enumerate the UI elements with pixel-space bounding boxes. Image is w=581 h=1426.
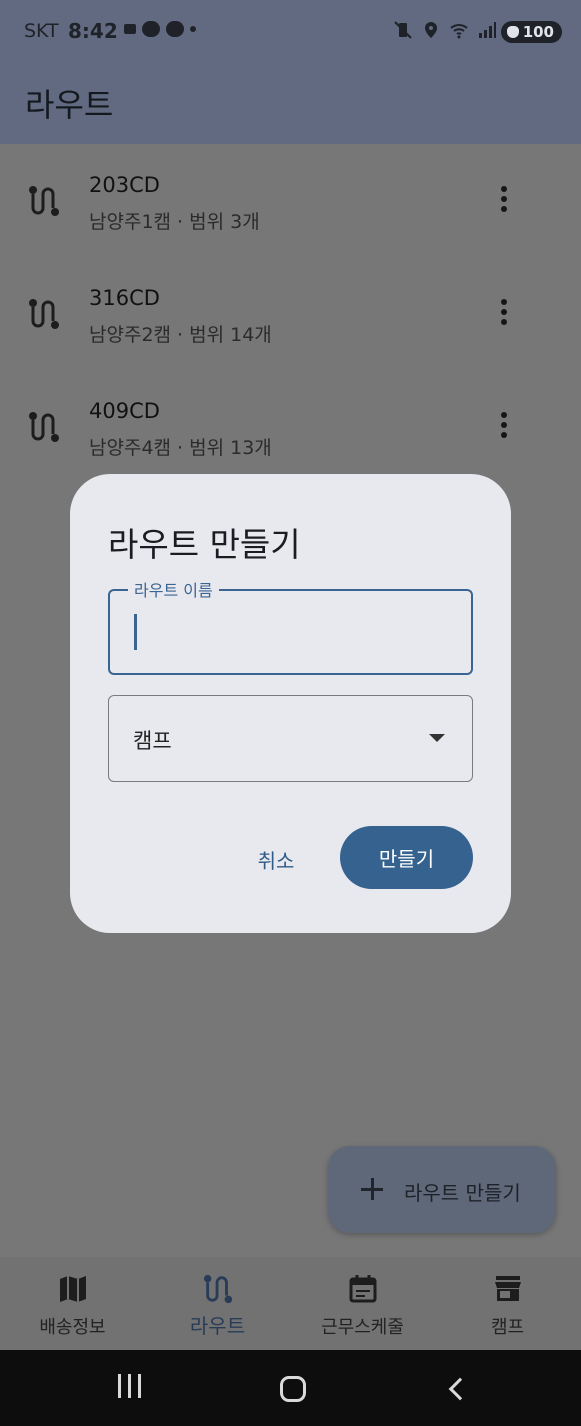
system-navigation-bar [0,1350,581,1426]
camp-select[interactable]: 캠프 [108,695,473,782]
more-options-icon[interactable] [494,299,514,329]
route-icon [29,186,59,216]
nav-item-work-schedule[interactable]: 근무스케줄 [290,1257,435,1350]
nav-item-camp[interactable]: 캠프 [435,1257,580,1350]
carrier-label: SKT [24,20,59,42]
message-icon [142,21,160,37]
app-notification-icon [124,24,136,34]
cloud-icon [166,21,184,37]
text-cursor [134,614,137,650]
route-icon [29,412,59,442]
wifi-icon [450,24,468,39]
app-bar: 라우트 [0,62,581,144]
location-icon [425,22,437,38]
route-icon [203,1274,232,1304]
cancel-button[interactable]: 취소 [246,829,306,889]
route-subtitle: 남양주1캠 · 범위 3개 [89,211,260,233]
list-item[interactable]: 316CD 남양주2캠 · 범위 14개 [0,257,581,370]
route-name: 409CD [89,399,160,423]
create-route-dialog: 라우트 만들기 라우트 이름 캠프 취소 만들기 [70,474,511,933]
camp-select-label: 캠프 [133,729,172,753]
route-name: 316CD [89,286,160,310]
route-name-label: 라우트 이름 [128,577,219,601]
fab-label: 라우트 만들기 [404,1181,521,1205]
home-icon[interactable] [280,1376,306,1402]
dropdown-arrow-icon [429,734,445,742]
calendar-icon [349,1275,376,1303]
recents-icon[interactable] [118,1374,154,1404]
status-bar: SKT 8:42 100 [0,0,581,62]
route-icon [29,299,59,329]
notification-icons [124,21,196,37]
bottom-navigation: 배송정보 라우트 근무스케줄 캠프 [0,1257,581,1350]
vibrate-mute-icon [394,21,412,39]
map-icon [59,1276,86,1302]
signal-icon [479,22,496,38]
more-notifications-icon [190,26,196,32]
create-route-fab[interactable]: 라우트 만들기 [328,1146,556,1233]
nav-item-route[interactable]: 라우트 [145,1257,290,1350]
nav-label: 배송정보 [39,1317,106,1338]
store-icon [494,1276,521,1301]
system-icons [393,20,497,40]
dialog-title: 라우트 만들기 [108,525,301,564]
back-icon[interactable] [448,1377,472,1401]
nav-label: 근무스케줄 [321,1317,404,1338]
nav-label: 캠프 [490,1317,525,1338]
route-name: 203CD [89,173,160,197]
nav-label: 라우트 [189,1314,246,1338]
create-button[interactable]: 만들기 [340,826,473,889]
battery-indicator: 100 [500,21,562,43]
plus-icon [361,1178,383,1200]
status-time: 8:42 [68,19,118,43]
route-subtitle: 남양주2캠 · 범위 14개 [89,324,272,346]
list-item[interactable]: 203CD 남양주1캠 · 범위 3개 [0,144,581,257]
route-name-field[interactable]: 라우트 이름 [108,577,473,675]
battery-level: 100 [522,23,554,41]
list-item[interactable]: 409CD 남양주4캠 · 범위 13개 [0,370,581,483]
more-options-icon[interactable] [494,186,514,216]
more-options-icon[interactable] [494,412,514,442]
nav-item-delivery-info[interactable]: 배송정보 [0,1257,145,1350]
page-title: 라우트 [25,86,114,124]
route-subtitle: 남양주4캠 · 범위 13개 [89,437,272,459]
